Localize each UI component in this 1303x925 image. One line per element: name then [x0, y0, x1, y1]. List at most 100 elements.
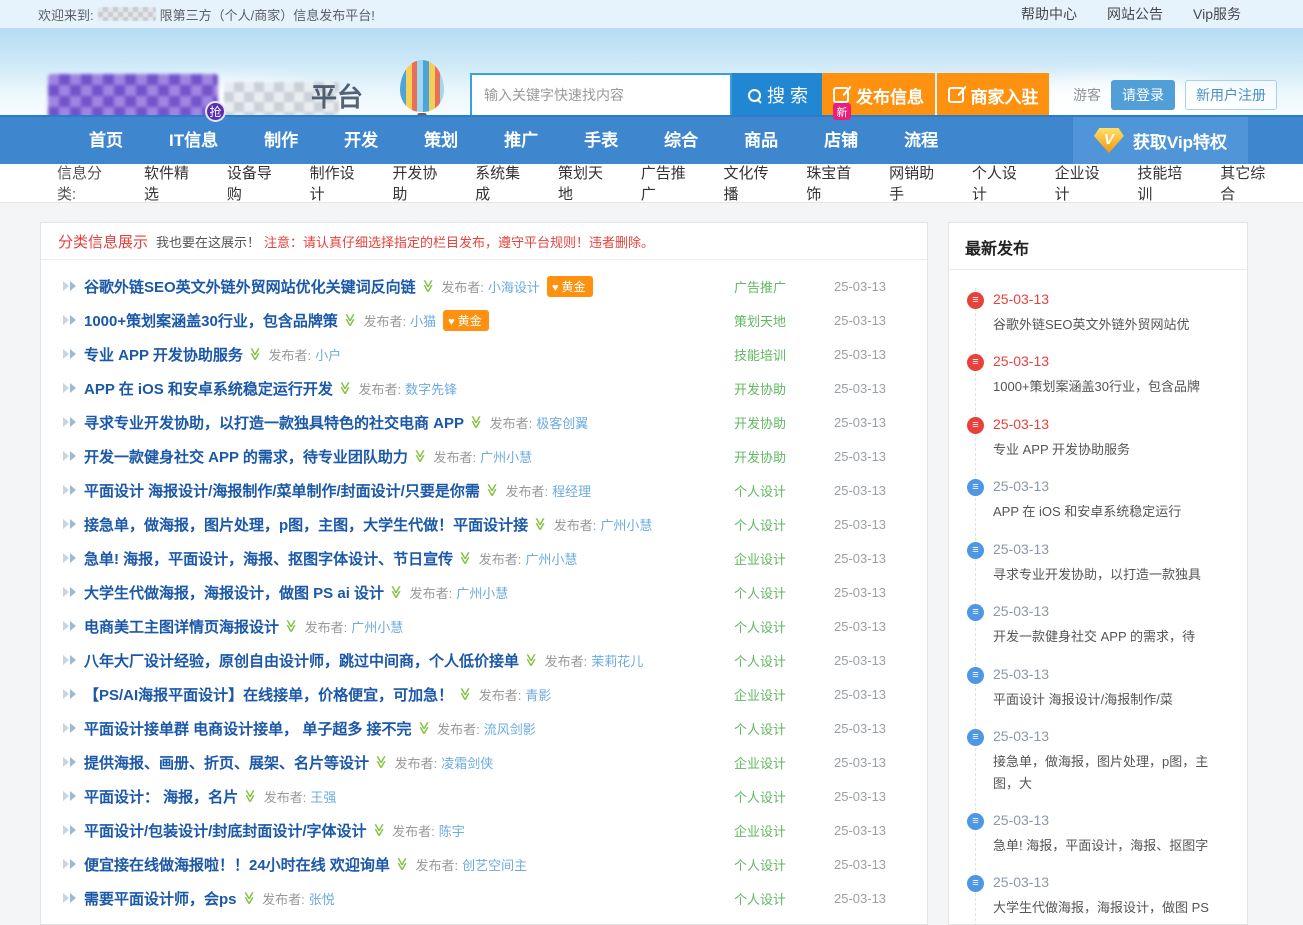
- listing-title-link[interactable]: 大学生代做海报，海报设计，做图 PS ai 设计: [84, 582, 384, 603]
- category-link[interactable]: 企业设计: [1055, 162, 1111, 204]
- post-title-link[interactable]: 平面设计 海报设计/海报制作/菜: [993, 689, 1231, 710]
- category-link[interactable]: 系统集成: [475, 162, 531, 204]
- publisher-link[interactable]: 数字先锋: [405, 379, 457, 398]
- publisher-link[interactable]: 小猫: [410, 311, 436, 330]
- category-link[interactable]: 设备导购: [227, 162, 283, 204]
- nav-item[interactable]: 开发: [321, 117, 401, 164]
- post-title-link[interactable]: APP 在 iOS 和安卓系统稳定运行: [993, 501, 1231, 522]
- publisher-link[interactable]: 张悦: [309, 889, 335, 908]
- publisher-link[interactable]: 创艺空间主: [462, 855, 527, 874]
- publisher-link[interactable]: 陈宇: [439, 821, 465, 840]
- category-link[interactable]: 网销助手: [889, 162, 945, 204]
- post-title-link[interactable]: 开发一款健身社交 APP 的需求，待: [993, 626, 1231, 647]
- post-title-link[interactable]: 急单! 海报，平面设计，海报、抠图字: [993, 835, 1231, 856]
- listing-category-link[interactable]: 企业设计: [734, 753, 834, 772]
- listing-category-link[interactable]: 个人设计: [734, 651, 834, 670]
- publisher-link[interactable]: 程经理: [552, 481, 591, 500]
- listing-category-link[interactable]: 个人设计: [734, 719, 834, 738]
- listing-category-link[interactable]: 开发协助: [734, 379, 834, 398]
- publisher-link[interactable]: 广州小慧: [456, 583, 508, 602]
- post-title-link[interactable]: 大学生代做海报，海报设计，做图 PS: [993, 897, 1231, 918]
- nav-item[interactable]: 店铺: [801, 117, 881, 164]
- publisher-link[interactable]: 极客创翼: [536, 413, 588, 432]
- listing-category-link[interactable]: 企业设计: [734, 549, 834, 568]
- listing-title-link[interactable]: 平面设计： 海报，名片: [84, 786, 238, 807]
- listing-title-link[interactable]: 提供海报、画册、折页、展架、名片等设计: [84, 752, 369, 773]
- nav-item[interactable]: 策划: [401, 117, 481, 164]
- listing-title-link[interactable]: 谷歌外链SEO英文外链外贸网站优化关键词反向链: [84, 276, 416, 297]
- listing-category-link[interactable]: 开发协助: [734, 447, 834, 466]
- category-link[interactable]: 制作设计: [310, 162, 366, 204]
- notice-text[interactable]: 我也要在这展示！: [156, 232, 260, 251]
- listing-category-link[interactable]: 个人设计: [734, 787, 834, 806]
- category-link[interactable]: 策划天地: [558, 162, 614, 204]
- category-link[interactable]: 广告推广: [641, 162, 697, 204]
- listing-title-link[interactable]: 八年大厂设计经验，原创自由设计师，跳过中间商，个人低价接单: [84, 650, 519, 671]
- listing-title-link[interactable]: 【PS/AI海报平面设计】在线接单，价格便宜，可加急！: [84, 684, 453, 705]
- post-title-link[interactable]: 专业 APP 开发协助服务: [993, 439, 1231, 460]
- listing-category-link[interactable]: 技能培训: [734, 345, 834, 364]
- publisher-link[interactable]: 凌霜剑侠: [441, 753, 493, 772]
- listing-category-link[interactable]: 个人设计: [734, 515, 834, 534]
- listing-title-link[interactable]: 急单! 海报，平面设计，海报、抠图字体设计、节日宣传: [84, 548, 453, 569]
- listing-title-link[interactable]: 接急单，做海报，图片处理，p图，主图，大学生代做！平面设计接: [84, 514, 528, 535]
- publisher-link[interactable]: 广州小慧: [480, 447, 532, 466]
- listing-category-link[interactable]: 广告推广: [734, 277, 834, 296]
- listing-category-link[interactable]: 个人设计: [734, 855, 834, 874]
- listing-category-link[interactable]: 企业设计: [734, 685, 834, 704]
- category-link[interactable]: 个人设计: [972, 162, 1028, 204]
- nav-item[interactable]: 首页: [66, 117, 146, 164]
- nav-item[interactable]: 综合: [641, 117, 721, 164]
- listing-title-link[interactable]: 专业 APP 开发协助服务: [84, 344, 243, 365]
- search-button[interactable]: 搜 索: [732, 73, 824, 115]
- search-input[interactable]: [470, 73, 732, 115]
- help-center-link[interactable]: 帮助中心: [1021, 4, 1077, 24]
- nav-item[interactable]: 流程: [881, 117, 961, 164]
- category-link[interactable]: 珠宝首饰: [806, 162, 862, 204]
- publisher-link[interactable]: 流风剑影: [484, 719, 536, 738]
- listing-title-link[interactable]: 开发一款健身社交 APP 的需求，待专业团队助力: [84, 446, 408, 467]
- category-link[interactable]: 技能培训: [1137, 162, 1193, 204]
- listing-title-link[interactable]: 便宜接在线做海报啦！！24小时在线 欢迎询单: [84, 854, 390, 875]
- site-announcement-link[interactable]: 网站公告: [1107, 4, 1163, 24]
- listing-title-link[interactable]: 1000+策划案涵盖30行业，包含品牌策: [84, 310, 338, 331]
- merchant-join-button[interactable]: 商家入驻: [937, 73, 1049, 115]
- publisher-link[interactable]: 茉莉花儿: [591, 651, 643, 670]
- listing-category-link[interactable]: 个人设计: [734, 481, 834, 500]
- publisher-link[interactable]: 广州小慧: [351, 617, 403, 636]
- category-link[interactable]: 软件精选: [144, 162, 200, 204]
- nav-item[interactable]: 推广: [481, 117, 561, 164]
- nav-item[interactable]: 手表: [561, 117, 641, 164]
- nav-item[interactable]: IT信息: [146, 117, 241, 164]
- post-title-link[interactable]: 谷歌外链SEO英文外链外贸网站优: [993, 314, 1231, 335]
- listing-title-link[interactable]: 平面设计/包装设计/封底封面设计/字体设计: [84, 820, 367, 841]
- nav-item[interactable]: 制作: [241, 117, 321, 164]
- listing-title-link[interactable]: APP 在 iOS 和安卓系统稳定运行开发: [84, 378, 333, 399]
- vip-service-link[interactable]: Vip服务: [1193, 4, 1241, 24]
- get-vip-button[interactable]: V 获取Vip特权: [1073, 117, 1248, 164]
- listing-category-link[interactable]: 开发协助: [734, 413, 834, 432]
- category-link[interactable]: 开发协助: [392, 162, 448, 204]
- post-title-link[interactable]: 接急单，做海报，图片处理，p图，主图，大: [993, 751, 1231, 794]
- listing-category-link[interactable]: 策划天地: [734, 311, 834, 330]
- listing-title-link[interactable]: 平面设计接单群 电商设计接单， 单子超多 接不完: [84, 718, 412, 739]
- publisher-link[interactable]: 青影: [525, 685, 551, 704]
- listing-category-link[interactable]: 企业设计: [734, 821, 834, 840]
- listing-category-link[interactable]: 个人设计: [734, 889, 834, 908]
- login-button[interactable]: 请登录: [1111, 80, 1175, 110]
- publisher-link[interactable]: 小户: [315, 345, 341, 364]
- nav-item[interactable]: 商品: [721, 117, 801, 164]
- category-link[interactable]: 其它综合: [1220, 162, 1276, 204]
- listing-title-link[interactable]: 电商美工主图详情页海报设计: [84, 616, 279, 637]
- listing-category-link[interactable]: 个人设计: [734, 617, 834, 636]
- publisher-link[interactable]: 小海设计: [488, 277, 540, 296]
- listing-title-link[interactable]: 寻求专业开发协助，以打造一款独具特色的社交电商 APP: [84, 412, 464, 433]
- publisher-link[interactable]: 广州小慧: [600, 515, 652, 534]
- listing-title-link[interactable]: 平面设计 海报设计/海报制作/菜单制作/封面设计/只要是你需: [84, 480, 480, 501]
- publisher-link[interactable]: 广州小慧: [525, 549, 577, 568]
- listing-category-link[interactable]: 个人设计: [734, 583, 834, 602]
- listing-title-link[interactable]: 需要平面设计师，会ps: [84, 888, 237, 909]
- register-button[interactable]: 新用户注册: [1185, 80, 1277, 110]
- post-title-link[interactable]: 1000+策划案涵盖30行业，包含品牌: [993, 376, 1231, 397]
- publisher-link[interactable]: 王强: [310, 787, 336, 806]
